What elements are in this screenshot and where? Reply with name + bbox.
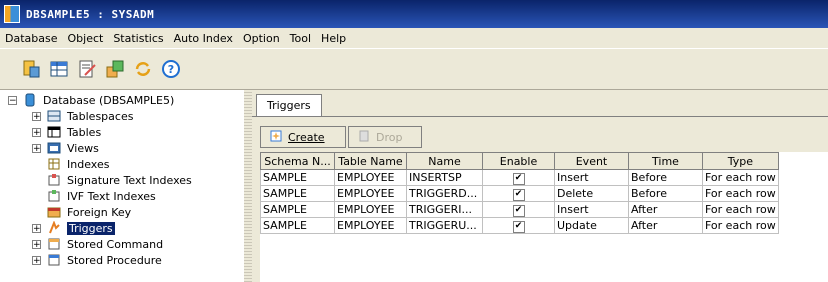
- tree-item-triggers-label: Triggers: [67, 221, 115, 235]
- trigger-icon: [47, 220, 63, 235]
- app-icon: [4, 5, 20, 23]
- menu-auto-index[interactable]: Auto Index: [169, 32, 238, 45]
- signature-index-icon: [47, 173, 63, 187]
- menu-object[interactable]: Object: [63, 32, 109, 45]
- pane-splitter[interactable]: [244, 90, 252, 282]
- tree-item-stored-command[interactable]: + Stored Command: [32, 236, 163, 252]
- table-row[interactable]: SAMPLE EMPLOYEE TRIGGERU... ✔ Update Aft…: [260, 217, 779, 234]
- help-icon[interactable]: ?: [160, 58, 182, 80]
- export-icon[interactable]: [104, 58, 126, 80]
- drop-icon: [357, 129, 371, 146]
- stored-command-icon: [47, 237, 63, 251]
- database-icon: [23, 93, 39, 107]
- create-button[interactable]: Create: [260, 126, 346, 148]
- collapse-toggle-icon[interactable]: −: [8, 95, 17, 105]
- content-panel: Triggers Create Drop Schema N... Table N…: [252, 90, 828, 282]
- tablespace-icon: [47, 109, 63, 123]
- table-grid-icon[interactable]: [48, 58, 70, 80]
- foreign-key-icon: [47, 205, 63, 219]
- view-icon: [47, 141, 63, 155]
- drop-button[interactable]: Drop: [348, 126, 422, 148]
- tree-root-label: Database (DBSAMPLE5): [43, 93, 175, 107]
- tree-item-stored-procedure[interactable]: + Stored Procedure: [32, 252, 162, 268]
- tree-item-tables[interactable]: + Tables: [32, 124, 101, 140]
- menu-database[interactable]: Database: [0, 32, 63, 45]
- tree-item-views[interactable]: + Views: [32, 140, 99, 156]
- column-type[interactable]: Type: [702, 152, 779, 170]
- table-row[interactable]: SAMPLE EMPLOYEE TRIGGERI... ✔ Insert Aft…: [260, 201, 779, 218]
- column-event[interactable]: Event: [554, 152, 629, 170]
- enable-checkbox[interactable]: ✔: [512, 205, 525, 217]
- table-header-row: Schema N... Table Name Name Enable Event…: [260, 152, 779, 170]
- column-name[interactable]: Name: [406, 152, 483, 170]
- enable-checkbox[interactable]: ✔: [512, 189, 525, 201]
- create-label: Create: [288, 130, 325, 144]
- menu-option[interactable]: Option: [238, 32, 285, 45]
- menu-help[interactable]: Help: [316, 32, 351, 45]
- triggers-table: Schema N... Table Name Name Enable Event…: [260, 152, 828, 282]
- tree-item-foreign-key[interactable]: Foreign Key: [32, 204, 131, 220]
- column-time[interactable]: Time: [628, 152, 703, 170]
- create-icon: [269, 129, 283, 146]
- menu-statistics[interactable]: Statistics: [108, 32, 168, 45]
- enable-checkbox[interactable]: ✔: [512, 173, 525, 185]
- menu-bar: Database Object Statistics Auto Index Op…: [0, 28, 828, 48]
- column-table-name[interactable]: Table Name: [334, 152, 407, 170]
- edit-document-icon[interactable]: [76, 58, 98, 80]
- enable-checkbox[interactable]: ✔: [512, 221, 525, 233]
- object-tree: − Database (DBSAMPLE5) + Tablespaces + T…: [0, 90, 245, 282]
- tree-item-indexes[interactable]: Indexes: [32, 156, 109, 172]
- index-icon: [47, 157, 63, 171]
- tree-item-tablespaces[interactable]: + Tablespaces: [32, 108, 133, 124]
- tab-divider: [252, 116, 828, 117]
- tree-item-ivf-text-indexes[interactable]: IVF Text Indexes: [32, 188, 156, 204]
- table-row[interactable]: SAMPLE EMPLOYEE TRIGGERD... ✔ Delete Bef…: [260, 185, 779, 202]
- toolbar: ?: [0, 48, 828, 90]
- stored-procedure-icon: [47, 253, 63, 267]
- window-title: DBSAMPLE5 : SYSADM: [26, 7, 155, 21]
- tree-root[interactable]: − Database (DBSAMPLE5): [8, 92, 174, 108]
- menu-tool[interactable]: Tool: [285, 32, 316, 45]
- table-row[interactable]: SAMPLE EMPLOYEE INSERTSP ✔ Insert Before…: [260, 169, 779, 186]
- tree-item-triggers[interactable]: + Triggers: [32, 220, 115, 236]
- refresh-icon[interactable]: [132, 58, 154, 80]
- title-bar: DBSAMPLE5 : SYSADM: [0, 0, 828, 28]
- tab-triggers[interactable]: Triggers: [256, 94, 322, 116]
- drop-label: Drop: [376, 130, 403, 144]
- tree-item-signature-text-indexes[interactable]: Signature Text Indexes: [32, 172, 192, 188]
- database-object-icon[interactable]: [20, 58, 42, 80]
- table-icon: [47, 125, 63, 139]
- svg-text:?: ?: [168, 63, 174, 76]
- column-enable[interactable]: Enable: [482, 152, 555, 170]
- column-schema[interactable]: Schema N...: [260, 152, 335, 170]
- ivf-index-icon: [47, 189, 63, 203]
